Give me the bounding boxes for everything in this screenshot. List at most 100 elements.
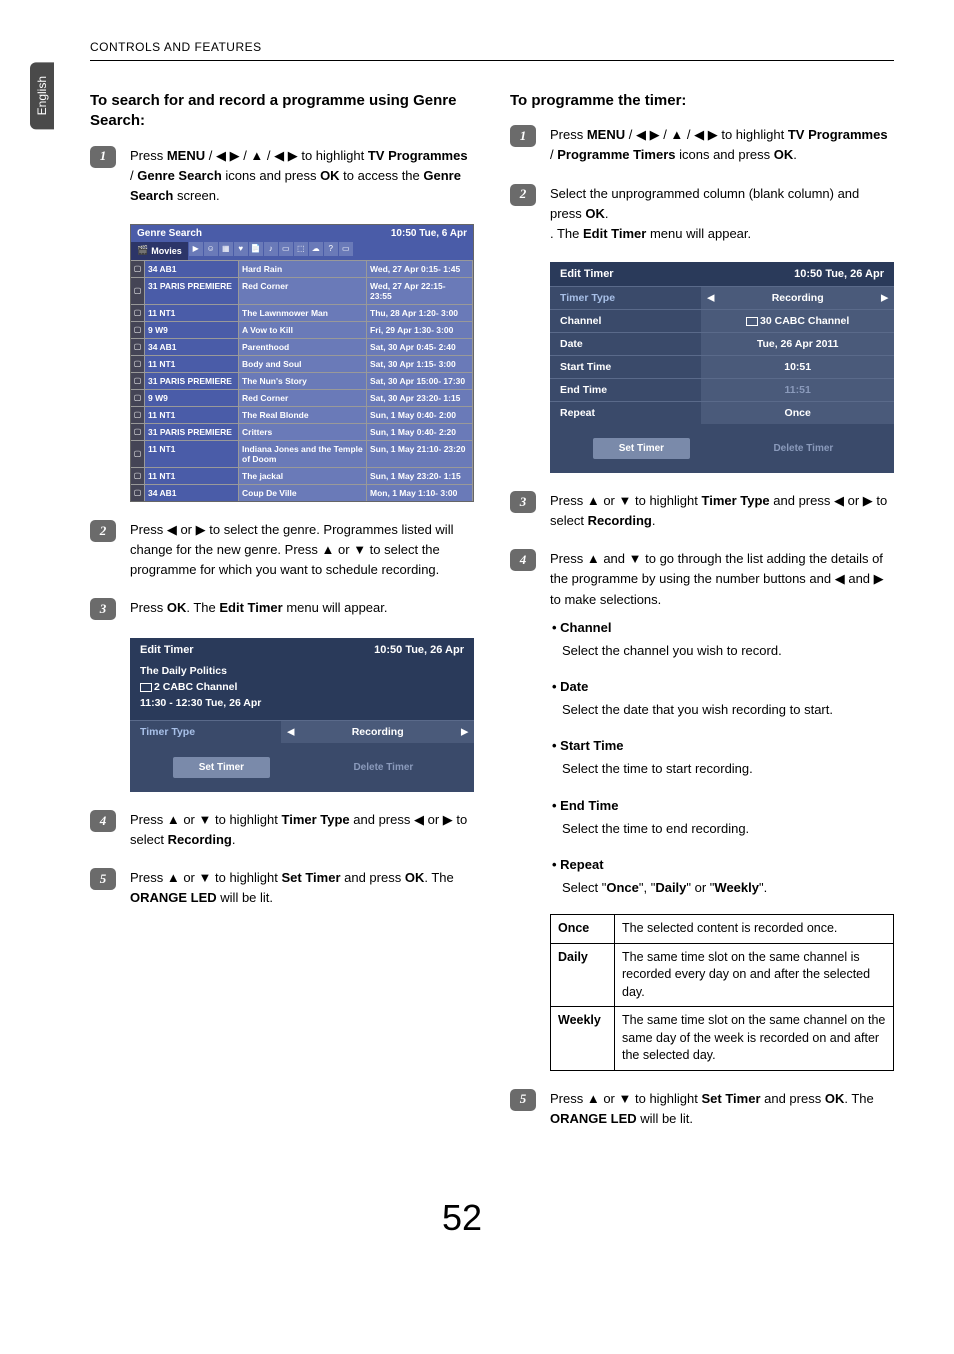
et-row-value[interactable]: Once [701,402,894,424]
t: Edit Timer [583,226,646,241]
et-timer-type-value[interactable]: ◀ Recording ▶ [281,721,474,743]
left-heading: To search for and record a programme usi… [90,91,474,132]
repeat-row: OnceThe selected content is recorded onc… [551,915,894,944]
t: icons and press [222,168,320,183]
edit-timer-row[interactable]: Start Time10:51 [550,355,894,378]
edit-timer-row[interactable]: RepeatOnce [550,401,894,424]
t: OK [405,870,425,885]
channel-cell: 31 PARIS PREMIERE [145,278,239,304]
et-row-label: Timer Type [550,287,701,309]
et-row-label: Start Time [550,356,701,378]
t: MENU [587,127,625,142]
et-time: 10:50 Tue, 26 Apr [794,268,884,280]
channel-cell: 9 W9 [145,390,239,406]
edit-timer-row[interactable]: End Time11:51 [550,378,894,401]
edit-timer-panel-2: Edit Timer10:50 Tue, 26 Apr Timer Type◀▶… [550,262,894,473]
t: Movies [151,246,182,256]
time-cell: Sun, 1 May 0:40- 2:00 [367,407,473,423]
genre-tab-icon[interactable]: ▶ [189,242,203,256]
delete-timer-button[interactable]: Delete Timer [755,438,851,459]
genre-row[interactable]: ▢34 AB1Coup De VilleMon, 1 May 1:10- 3:0… [131,484,473,501]
right-step-2: 2 Select the unprogrammed column (blank … [510,184,894,244]
et-row-value[interactable]: 10:51 [701,356,894,378]
genre-tab-icon[interactable]: ⬚ [294,242,308,256]
t: to highlight [211,812,281,827]
channel-cell: 11 NT1 [145,468,239,484]
set-timer-button[interactable]: Set Timer [173,757,270,778]
genre-row[interactable]: ▢34 AB1Hard RainWed, 27 Apr 0:15- 1:45 [131,260,473,277]
t: Press [130,600,167,615]
set-timer-button[interactable]: Set Timer [593,438,690,459]
t: to highlight [631,493,701,508]
genre-tab-icon[interactable]: ♪ [264,242,278,256]
bullet-text: Select the time to end recording. [562,819,894,839]
genre-tab-icon[interactable]: 📄 [249,242,263,256]
genre-row[interactable]: ▢31 PARIS PREMIERECrittersSun, 1 May 0:4… [131,423,473,440]
edit-timer-row[interactable]: Channel30 CABC Channel [550,309,894,332]
tv-icon: ▢ [131,373,145,389]
t: Edit Timer [219,600,282,615]
genre-row[interactable]: ▢11 NT1Body and SoulSat, 30 Apr 1:15- 3:… [131,355,473,372]
t: Press [130,148,167,163]
delete-timer-button[interactable]: Delete Timer [335,757,431,778]
genre-row[interactable]: ▢11 NT1The jackalSun, 1 May 23:20- 1:15 [131,467,473,484]
gs-title: Genre Search [137,228,202,239]
arrow-left-icon[interactable]: ◀ [707,292,714,303]
genre-row[interactable]: ▢11 NT1The Real BlondeSun, 1 May 0:40- 2… [131,406,473,423]
t: Press [550,1091,587,1106]
edit-timer-row[interactable]: Timer Type◀▶Recording [550,286,894,309]
edit-timer-row[interactable]: DateTue, 26 Apr 2011 [550,332,894,355]
programme-cell: Indiana Jones and the Temple of Doom [239,441,367,467]
tv-icon: ▢ [131,339,145,355]
arrow-right-icon[interactable]: ▶ [461,726,468,737]
t: to highlight [631,1091,701,1106]
t: and [600,551,629,566]
genre-row[interactable]: ▢9 W9Red CornerSat, 30 Apr 23:20- 1:15 [131,389,473,406]
bullet-text: Select the time to start recording. [562,759,894,779]
t: . The [186,600,219,615]
channel-cell: 34 AB1 [145,261,239,277]
genre-tab-movies[interactable]: 🎬 Movies [131,242,188,260]
genre-tab-icon[interactable]: ☁ [309,242,323,256]
repeat-key: Daily [551,943,615,1007]
t: will be lit. [637,1111,693,1126]
t: or [600,1091,619,1106]
right-step-4: 4 Press ▲ and ▼ to go through the list a… [510,549,894,1070]
t: OK [825,1091,845,1106]
arrow-right-icon[interactable]: ▶ [881,292,888,303]
t: and press [341,870,405,885]
genre-row[interactable]: ▢31 PARIS PREMIERERed CornerWed, 27 Apr … [131,277,473,304]
t: to highlight [718,127,788,142]
step-badge-1: 1 [510,125,536,147]
t: to make selections. [550,592,661,607]
header-rule [90,60,894,61]
t: . The [550,226,583,241]
t: ORANGE LED [550,1111,637,1126]
genre-tab-icon[interactable]: ▭ [279,242,293,256]
channel-cell: 11 NT1 [145,305,239,321]
arrow-left-icon[interactable]: ◀ [287,726,294,737]
bullet-item: ChannelSelect the channel you wish to re… [562,618,894,661]
repeat-table: OnceThe selected content is recorded onc… [550,914,894,1071]
genre-tab-icon[interactable]: ♥ [234,242,248,256]
t: Recording [352,726,404,738]
genre-row[interactable]: ▢34 AB1ParenthoodSat, 30 Apr 0:45- 2:40 [131,338,473,355]
genre-tab-icon[interactable]: ▦ [219,242,233,256]
t: . [652,513,656,528]
genre-row[interactable]: ▢9 W9A Vow to KillFri, 29 Apr 1:30- 3:00 [131,321,473,338]
genre-row[interactable]: ▢31 PARIS PREMIEREThe Nun's StorySat, 30… [131,372,473,389]
repeat-row: WeeklyThe same time slot on the same cha… [551,1007,894,1071]
time-cell: Thu, 28 Apr 1:20- 3:00 [367,305,473,321]
et-row-value[interactable]: 11:51 [701,379,894,401]
genre-row[interactable]: ▢11 NT1The Lawnmower ManThu, 28 Apr 1:20… [131,304,473,321]
et-row-value[interactable]: 30 CABC Channel [701,310,894,332]
et-row-value[interactable]: Tue, 26 Apr 2011 [701,333,894,355]
bullet-head: End Time [562,796,894,816]
genre-tab-icon[interactable]: ▭ [339,242,353,256]
t: will be lit. [217,890,273,905]
genre-tab-icon[interactable]: ☺ [204,242,218,256]
genre-tab-icon[interactable]: ? [324,242,338,256]
et-row-value[interactable]: ◀▶Recording [701,287,894,309]
t: Set Timer [282,870,341,885]
genre-row[interactable]: ▢11 NT1Indiana Jones and the Temple of D… [131,440,473,467]
